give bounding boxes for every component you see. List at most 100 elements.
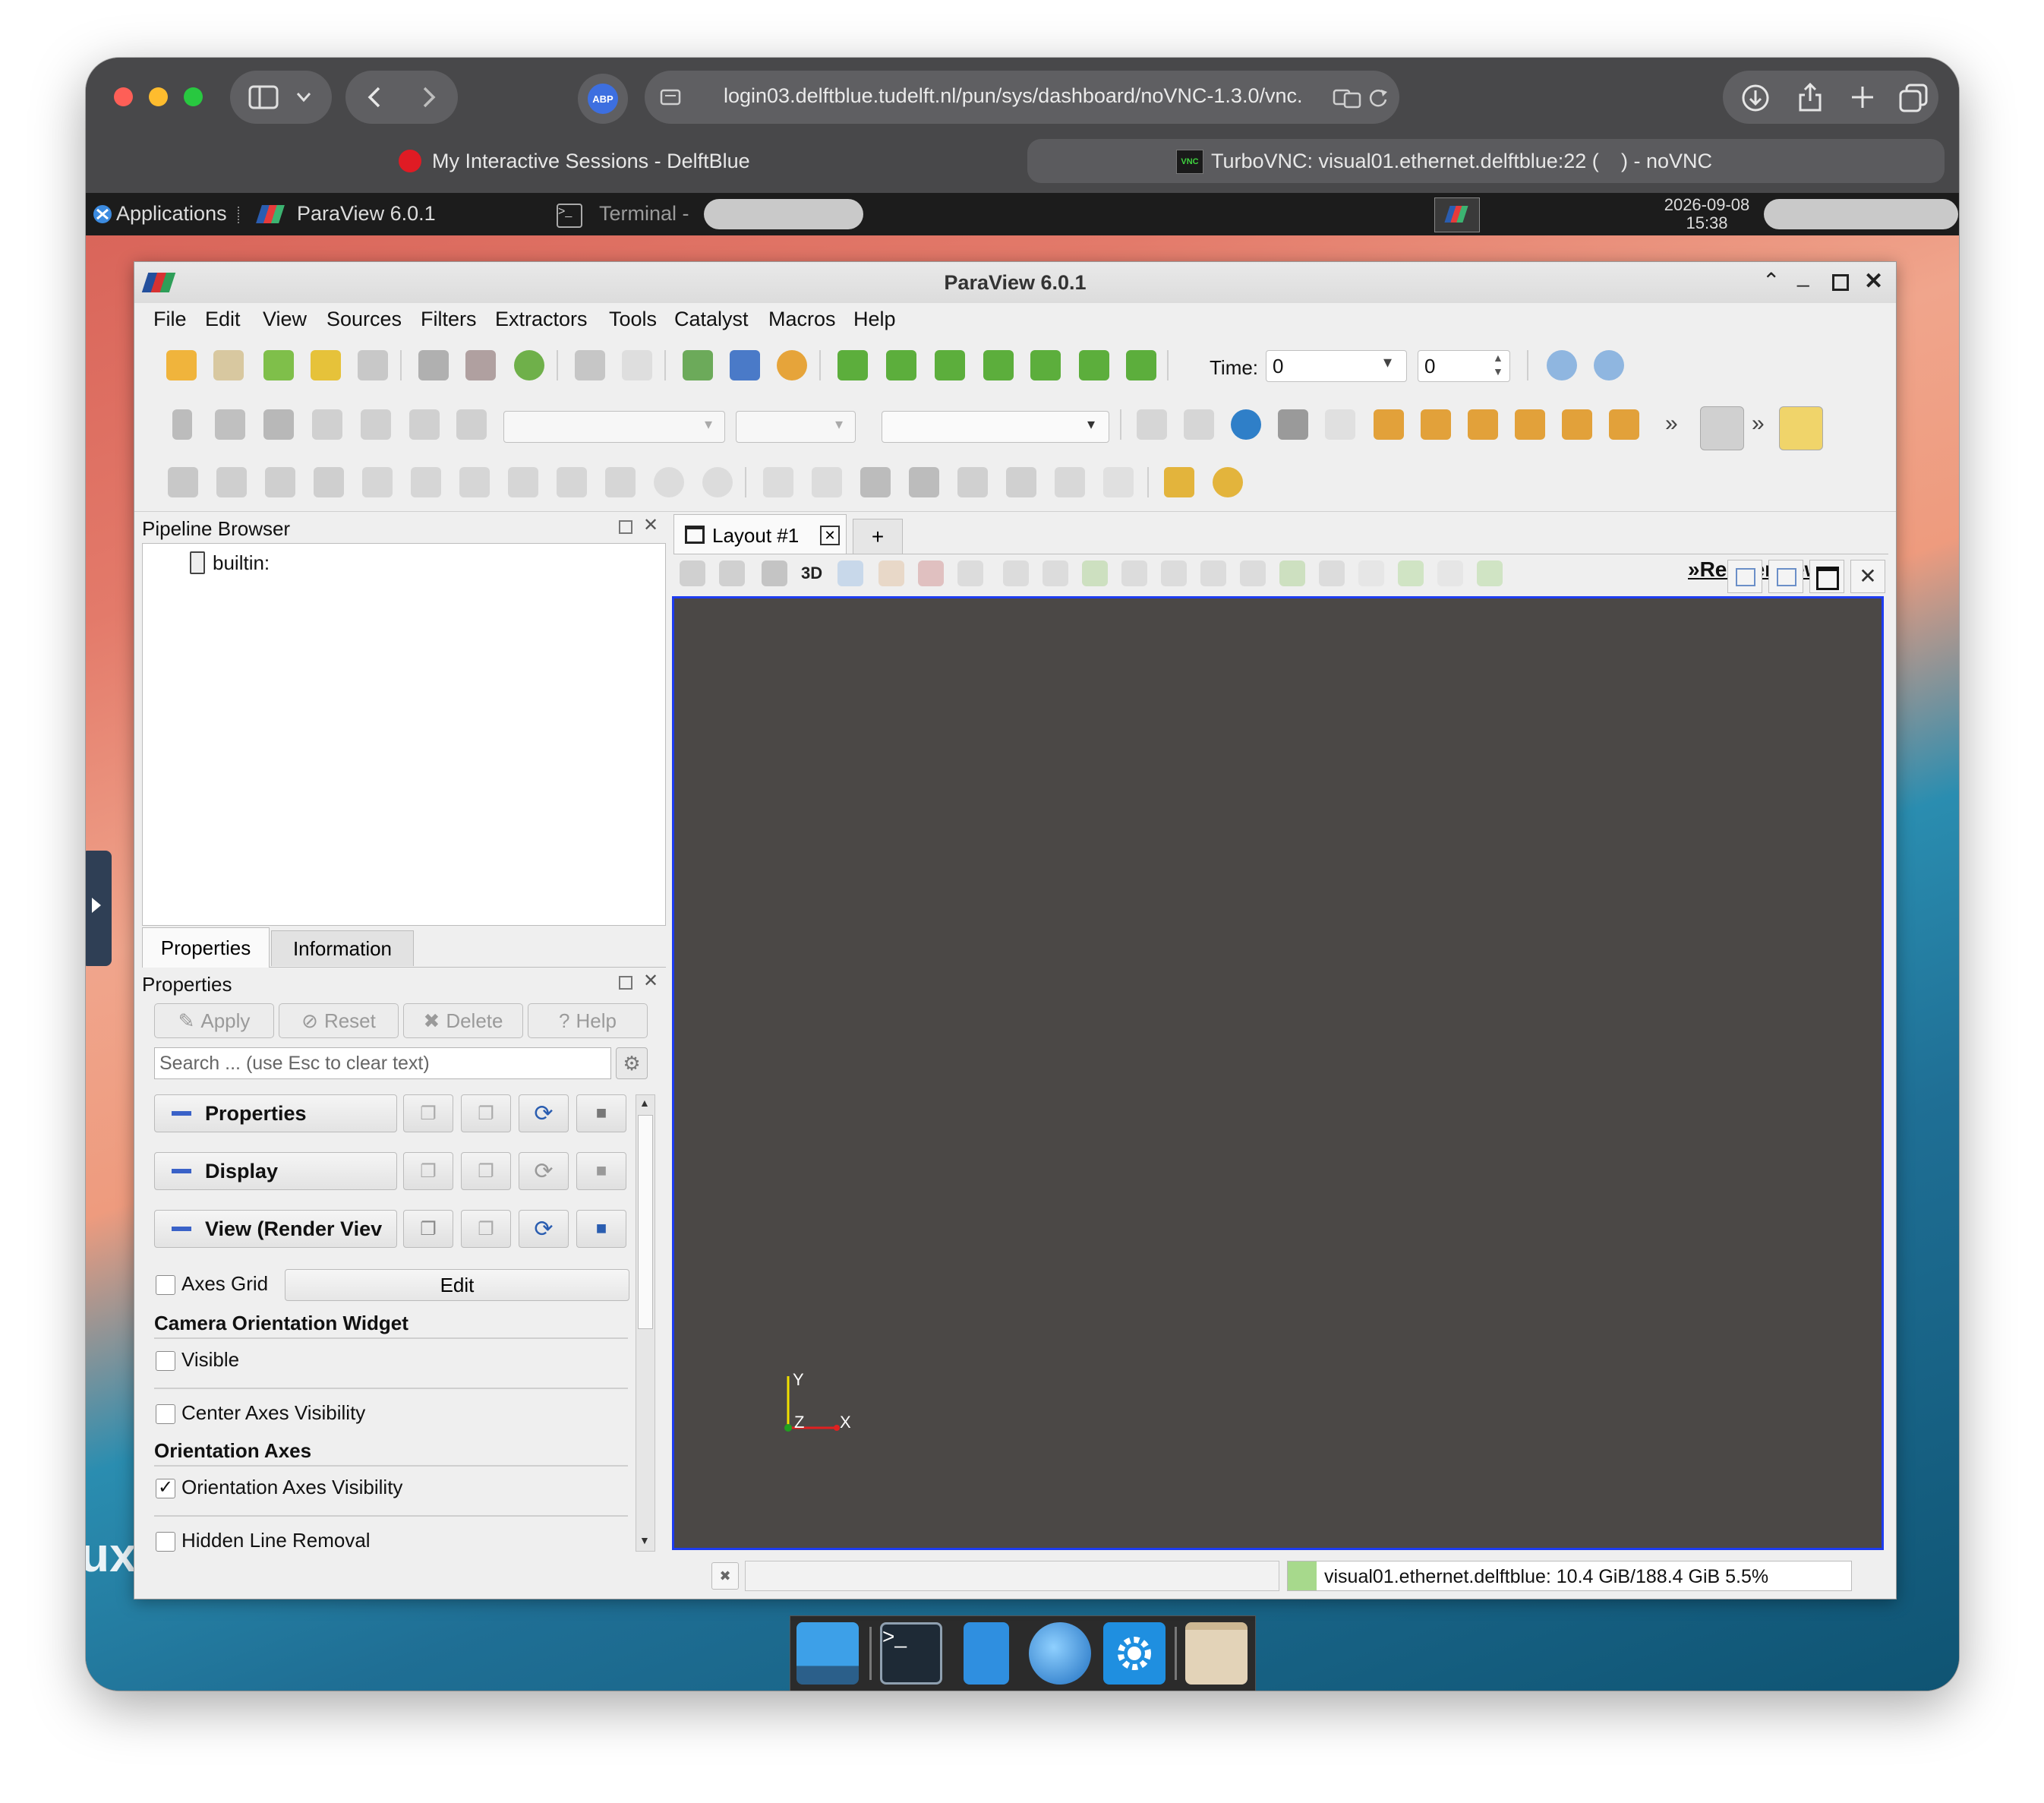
select-polygon-points-icon[interactable] xyxy=(1082,560,1108,586)
file-cabinet-icon[interactable] xyxy=(964,1622,1009,1685)
menu-tools[interactable]: Tools xyxy=(609,308,657,331)
close-view-icon[interactable]: ✕ xyxy=(1850,560,1885,593)
zoom-box-icon[interactable] xyxy=(1325,409,1355,440)
probe-location-icon[interactable] xyxy=(957,467,988,497)
select-blocks-icon[interactable] xyxy=(1121,560,1147,586)
plot-selection-icon[interactable] xyxy=(812,467,842,497)
tab-layout-1[interactable]: Layout #1 ✕ xyxy=(673,514,847,554)
first-frame-icon[interactable] xyxy=(837,350,868,380)
redo-icon[interactable] xyxy=(622,350,652,380)
overflow-chevron-icon[interactable]: » xyxy=(1665,411,1678,437)
spin-arrows-icon[interactable]: ▲ ▼ xyxy=(1493,351,1503,378)
select-cells-on-icon[interactable] xyxy=(878,560,904,586)
open-file-icon[interactable] xyxy=(166,350,197,380)
open-recent-icon[interactable] xyxy=(213,350,244,380)
hover-points-icon[interactable] xyxy=(1240,560,1266,586)
select-points-frustum-icon[interactable] xyxy=(1003,560,1029,586)
find-data-view-icon[interactable] xyxy=(1477,560,1503,586)
python-calculator-icon[interactable] xyxy=(1006,467,1036,497)
paste-properties-button[interactable]: ❐ xyxy=(461,1094,511,1132)
restore-display-defaults-button[interactable]: ⟳ xyxy=(519,1152,569,1190)
tab-sessions[interactable]: My Interactive Sessions - DelftBlue xyxy=(101,137,1020,185)
float-panel-icon[interactable] xyxy=(619,976,632,990)
properties-scrollbar[interactable]: ▲ ▼ xyxy=(636,1094,655,1552)
view-section-toggle[interactable]: View (Render Viev xyxy=(154,1210,397,1248)
show-desktop-icon[interactable] xyxy=(796,1622,859,1685)
menu-edit[interactable]: Edit xyxy=(205,308,241,331)
plot-over-line-icon[interactable] xyxy=(763,467,793,497)
time-step-spinbox[interactable]: 0 ▲ ▼ xyxy=(1418,350,1510,382)
time-manager-icon[interactable] xyxy=(1594,350,1624,380)
interaction-mode-icon[interactable] xyxy=(1700,406,1744,450)
task-terminal[interactable]: Terminal - xyxy=(599,202,689,226)
threshold-icon[interactable] xyxy=(362,467,393,497)
restore-defaults-button[interactable]: ⟳ xyxy=(519,1094,569,1132)
rescale-range-icon[interactable] xyxy=(456,409,487,440)
loop-icon[interactable] xyxy=(1126,350,1156,380)
extract-block-icon[interactable] xyxy=(702,467,733,497)
select-polygon-cells-icon[interactable] xyxy=(1043,560,1068,586)
close-window-button[interactable] xyxy=(114,87,133,106)
rescale-custom-icon[interactable] xyxy=(312,409,342,440)
view-plus-z-icon[interactable] xyxy=(1562,409,1592,440)
reset-view-icon[interactable] xyxy=(680,560,705,586)
component-select[interactable]: ▾ xyxy=(736,411,856,443)
stream-tracer-icon[interactable] xyxy=(508,467,538,497)
tab-properties[interactable]: Properties xyxy=(142,927,270,968)
find-data-icon[interactable] xyxy=(730,350,760,380)
shrink-selection-icon[interactable] xyxy=(1358,560,1384,586)
select-cells-frustum-icon[interactable] xyxy=(957,560,983,586)
toggle-3d-button[interactable]: 3D xyxy=(801,564,822,583)
copy-properties-button[interactable]: ❐ xyxy=(403,1094,453,1132)
forward-icon[interactable] xyxy=(420,86,438,109)
previous-frame-icon[interactable] xyxy=(886,350,916,380)
select-points-on-icon[interactable] xyxy=(918,560,944,586)
advanced-gear-icon[interactable]: ⚙ xyxy=(616,1047,648,1079)
zoom-to-data-icon[interactable] xyxy=(1231,409,1261,440)
sidebar-toggle-button[interactable] xyxy=(230,71,332,124)
edit-axes-grid-button[interactable]: Edit xyxy=(285,1269,629,1301)
save-state-icon[interactable] xyxy=(418,350,449,380)
load-state-icon[interactable] xyxy=(465,350,496,380)
representation-icon[interactable] xyxy=(172,409,192,440)
rescale-temporal-icon[interactable] xyxy=(409,409,440,440)
center-axes-checkbox[interactable] xyxy=(156,1404,175,1424)
clear-status-icon[interactable]: ✖ xyxy=(711,1562,739,1590)
color-palette-icon[interactable] xyxy=(777,350,807,380)
render-view[interactable]: Y Z X xyxy=(672,596,1884,1550)
shade-window-icon[interactable]: ⌃ xyxy=(1762,268,1780,293)
undo-icon[interactable] xyxy=(575,350,605,380)
warp-vector-icon[interactable] xyxy=(557,467,587,497)
menu-help[interactable]: Help xyxy=(853,308,896,331)
novnc-control-handle[interactable] xyxy=(86,851,112,966)
grow-selection-icon[interactable] xyxy=(1319,560,1345,586)
close-layout-icon[interactable]: ✕ xyxy=(820,526,840,545)
copy-display-button[interactable]: ❐ xyxy=(403,1152,453,1190)
scroll-down-icon[interactable]: ▼ xyxy=(639,1534,650,1546)
split-vertical-icon[interactable] xyxy=(1768,560,1803,593)
zoom-closest-icon[interactable] xyxy=(1278,409,1308,440)
extract-subset-icon[interactable] xyxy=(411,467,441,497)
paste-display-button[interactable]: ❐ xyxy=(461,1152,511,1190)
copy-view-button[interactable]: ❐ xyxy=(403,1210,453,1248)
rescale-icon[interactable] xyxy=(263,409,294,440)
zoom-window-button[interactable] xyxy=(184,87,203,106)
minimize-window-button[interactable] xyxy=(149,87,168,106)
restore-view-defaults-button[interactable]: ⟳ xyxy=(519,1210,569,1248)
new-tab-icon[interactable] xyxy=(1850,85,1875,109)
menu-sources[interactable]: Sources xyxy=(326,308,402,331)
minimize-icon[interactable]: _ xyxy=(1797,264,1809,288)
scrollbar-thumb[interactable] xyxy=(638,1115,653,1329)
protractor-icon[interactable] xyxy=(1213,467,1243,497)
memory-inspector[interactable]: visual01.ethernet.delftblue: 10.4 GiB/18… xyxy=(1287,1561,1852,1591)
next-frame-icon[interactable] xyxy=(1030,350,1061,380)
close-panel-icon[interactable]: ✕ xyxy=(643,970,658,992)
settings-icon[interactable] xyxy=(1103,1622,1166,1685)
slice-icon[interactable] xyxy=(314,467,344,497)
menu-extractors[interactable]: Extractors xyxy=(495,308,588,331)
close-panel-icon[interactable]: ✕ xyxy=(643,514,658,536)
clear-selection-icon[interactable] xyxy=(1398,560,1424,586)
reset-session-icon[interactable] xyxy=(514,350,544,380)
contour-icon[interactable] xyxy=(216,467,247,497)
hidden-line-checkbox[interactable] xyxy=(156,1532,175,1552)
